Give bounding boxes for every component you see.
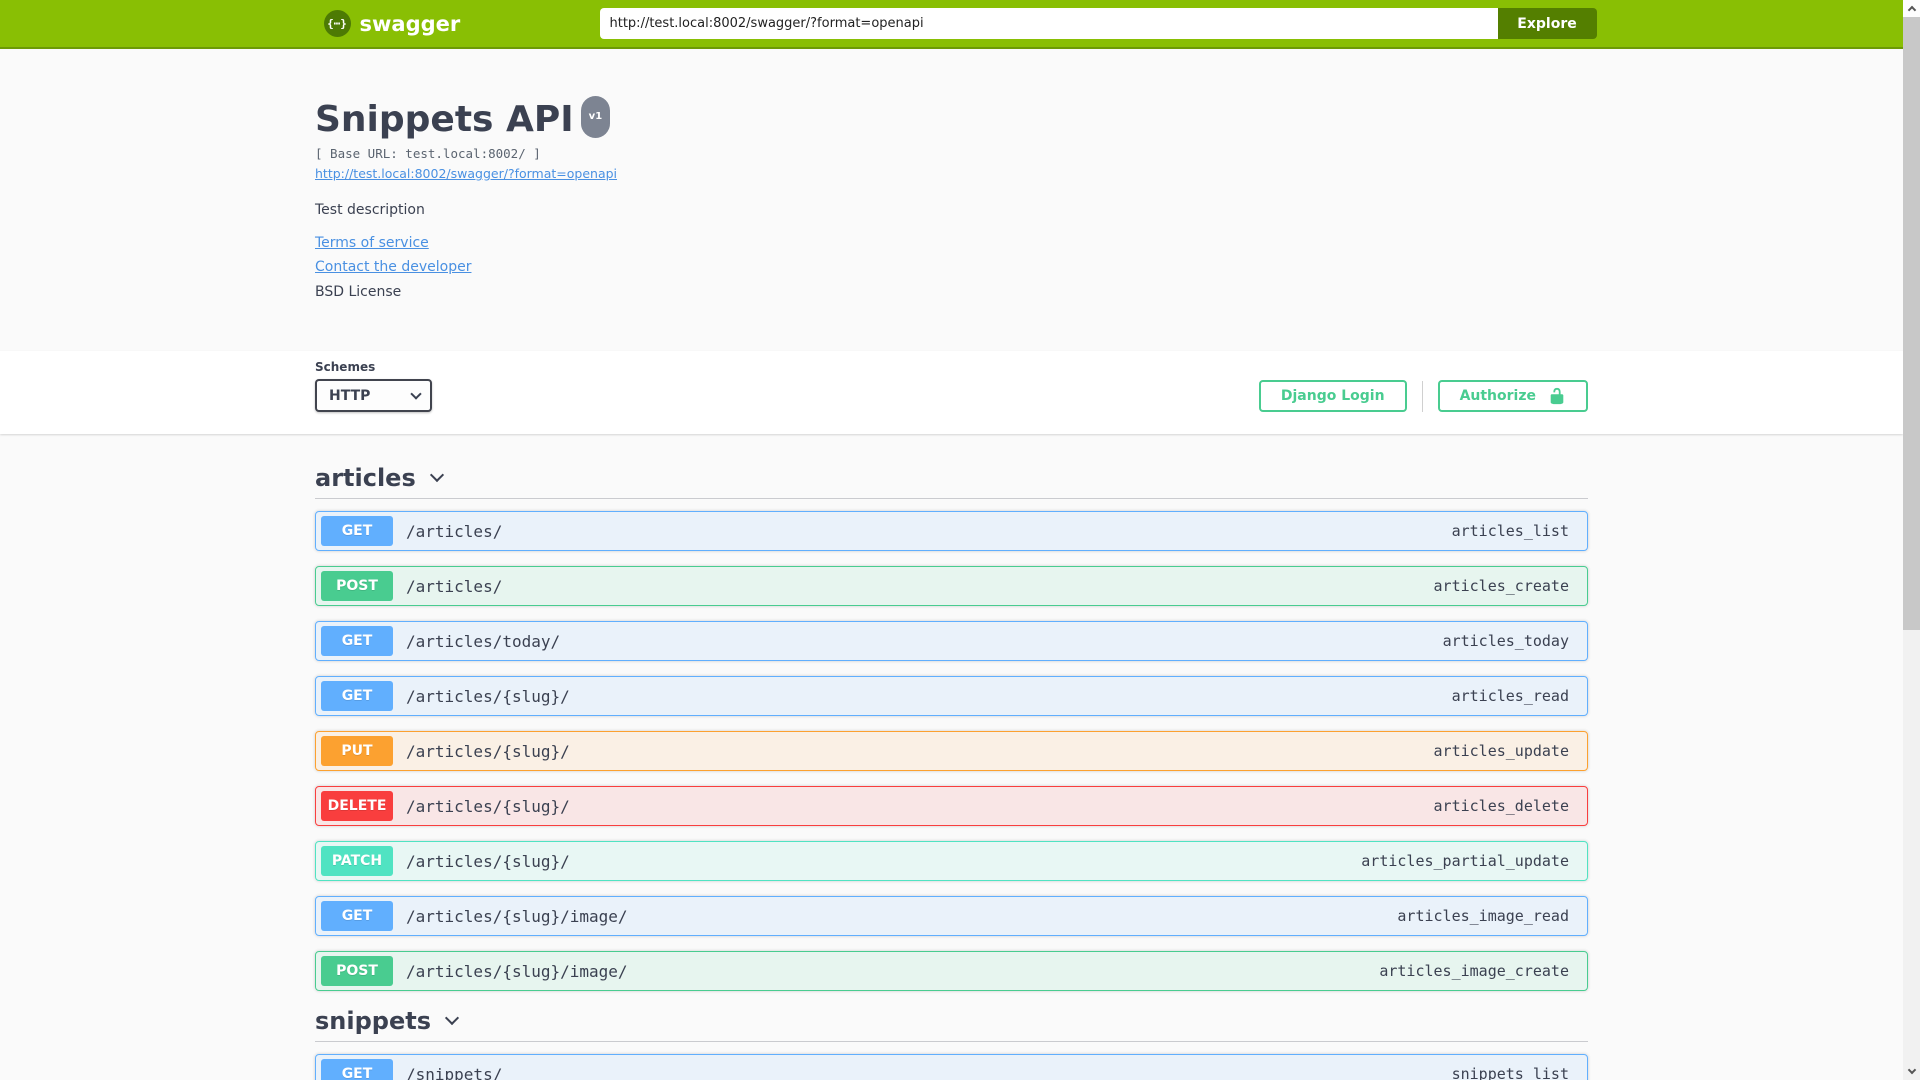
chevron-down-icon	[444, 1010, 460, 1026]
topbar: {⋯} swagger Explore	[0, 0, 1920, 49]
endpoint-path: /articles/{slug}/image/	[406, 906, 628, 926]
scroll-up-button[interactable]	[1903, 0, 1920, 17]
tag-header[interactable]: snippets	[315, 1006, 1588, 1042]
endpoint-path: /articles/{slug}/	[406, 741, 570, 761]
method-badge: GET	[321, 1059, 393, 1080]
authorize-label: Authorize	[1459, 388, 1536, 404]
endpoint-path: /snippets/	[406, 1064, 503, 1080]
operation-id: articles_list	[1451, 522, 1569, 540]
base-url: [ Base URL: test.local:8002/ ]	[315, 146, 541, 161]
method-badge: POST	[321, 956, 393, 986]
auth-divider	[1421, 380, 1423, 412]
swagger-brand-link[interactable]: {⋯} swagger	[323, 10, 461, 37]
method-badge: GET	[321, 516, 393, 546]
operation-id: articles_create	[1433, 577, 1569, 595]
schemes-select[interactable]: HTTP	[315, 379, 432, 412]
operation-id: articles_image_read	[1397, 907, 1569, 925]
endpoint-row[interactable]: GET /articles/{slug}/ articles_read	[315, 676, 1588, 716]
endpoint-path: /articles/	[406, 576, 503, 596]
operation-id: articles_image_create	[1379, 962, 1569, 980]
api-description: Test description	[315, 202, 425, 218]
scheme-container: Schemes HTTP Django Login Authorize	[0, 351, 1903, 434]
operation-id: snippets_list	[1451, 1065, 1569, 1080]
page-title: Snippets API v1	[315, 96, 1588, 144]
explore-form: Explore	[599, 8, 1597, 39]
spec-url-input[interactable]	[599, 8, 1498, 39]
endpoint-row[interactable]: DELETE /articles/{slug}/ articles_delete	[315, 786, 1588, 826]
chevron-down-icon	[429, 467, 444, 483]
operation-id: articles_read	[1451, 687, 1569, 705]
operation-id: articles_today	[1442, 632, 1569, 650]
operation-id: articles_update	[1433, 742, 1569, 760]
api-title-text: Snippets API	[315, 99, 574, 140]
method-badge: PATCH	[321, 846, 393, 876]
tag-endpoints: GET /articles/ articles_list POST /artic…	[315, 511, 1588, 991]
license-label: BSD License	[315, 284, 402, 300]
swagger-logo-icon: {⋯}	[323, 10, 351, 37]
brand-text: swagger	[359, 11, 461, 36]
endpoint-path: /articles/today/	[406, 631, 561, 651]
method-badge: GET	[321, 901, 393, 931]
endpoint-row[interactable]: PUT /articles/{slug}/ articles_update	[315, 731, 1588, 771]
unlock-icon	[1550, 387, 1564, 405]
scrollbar-thumb[interactable]	[1903, 17, 1920, 630]
spec-link[interactable]: http://test.local:8002/swagger/?format=o…	[315, 165, 617, 183]
endpoint-row[interactable]: POST /articles/{slug}/image/ articles_im…	[315, 951, 1588, 991]
endpoint-row[interactable]: POST /articles/ articles_create	[315, 566, 1588, 606]
django-login-label: Django Login	[1280, 388, 1385, 404]
chevron-down-icon	[1907, 1065, 1916, 1075]
django-login-button[interactable]: Django Login	[1258, 380, 1407, 412]
scroll-down-button[interactable]	[1903, 1063, 1920, 1080]
authorize-button[interactable]: Authorize	[1437, 380, 1588, 412]
tag-endpoints: GET /snippets/ snippets_list	[315, 1054, 1588, 1080]
tag-section-snippets: snippets GET /snippets/ snippets_list	[315, 1006, 1588, 1080]
endpoint-path: /articles/	[406, 521, 503, 541]
endpoint-path: /articles/{slug}/	[406, 796, 570, 816]
tag-header[interactable]: articles	[315, 463, 1588, 499]
endpoint-row[interactable]: GET /articles/{slug}/image/ articles_ima…	[315, 896, 1588, 936]
endpoint-path: /articles/{slug}/	[406, 851, 570, 871]
method-badge: POST	[321, 571, 393, 601]
method-badge: PUT	[321, 736, 393, 766]
endpoint-row[interactable]: GET /articles/ articles_list	[315, 511, 1588, 551]
method-badge: DELETE	[321, 791, 393, 821]
operation-id: articles_delete	[1433, 797, 1569, 815]
auth-wrapper: Django Login Authorize	[1258, 380, 1588, 412]
contact-developer-link[interactable]: Contact the developer	[315, 258, 471, 277]
operations-list: articles GET /articles/ articles_list PO…	[315, 434, 1588, 1080]
explore-button[interactable]: Explore	[1497, 8, 1597, 39]
endpoint-path: /articles/{slug}/image/	[406, 961, 628, 981]
info-section: Snippets API v1 [ Base URL: test.local:80…	[0, 49, 1903, 351]
tag-label: snippets	[315, 1007, 431, 1035]
schemes-block: Schemes HTTP	[315, 360, 432, 412]
endpoint-row[interactable]: PATCH /articles/{slug}/ articles_partial…	[315, 841, 1588, 881]
tag-label: articles	[315, 464, 416, 492]
endpoint-path: /articles/{slug}/	[406, 686, 570, 706]
chevron-up-icon	[1907, 5, 1916, 15]
method-badge: GET	[321, 626, 393, 656]
operation-id: articles_partial_update	[1361, 852, 1569, 870]
method-badge: GET	[321, 681, 393, 711]
schemes-label: Schemes	[315, 360, 376, 374]
endpoint-row[interactable]: GET /snippets/ snippets_list	[315, 1054, 1588, 1080]
tag-section-articles: articles GET /articles/ articles_list PO…	[315, 463, 1588, 991]
version-badge: v1	[580, 96, 611, 138]
scrollbar[interactable]	[1903, 0, 1920, 1080]
endpoint-row[interactable]: GET /articles/today/ articles_today	[315, 621, 1588, 661]
terms-of-service-link[interactable]: Terms of service	[315, 234, 429, 253]
